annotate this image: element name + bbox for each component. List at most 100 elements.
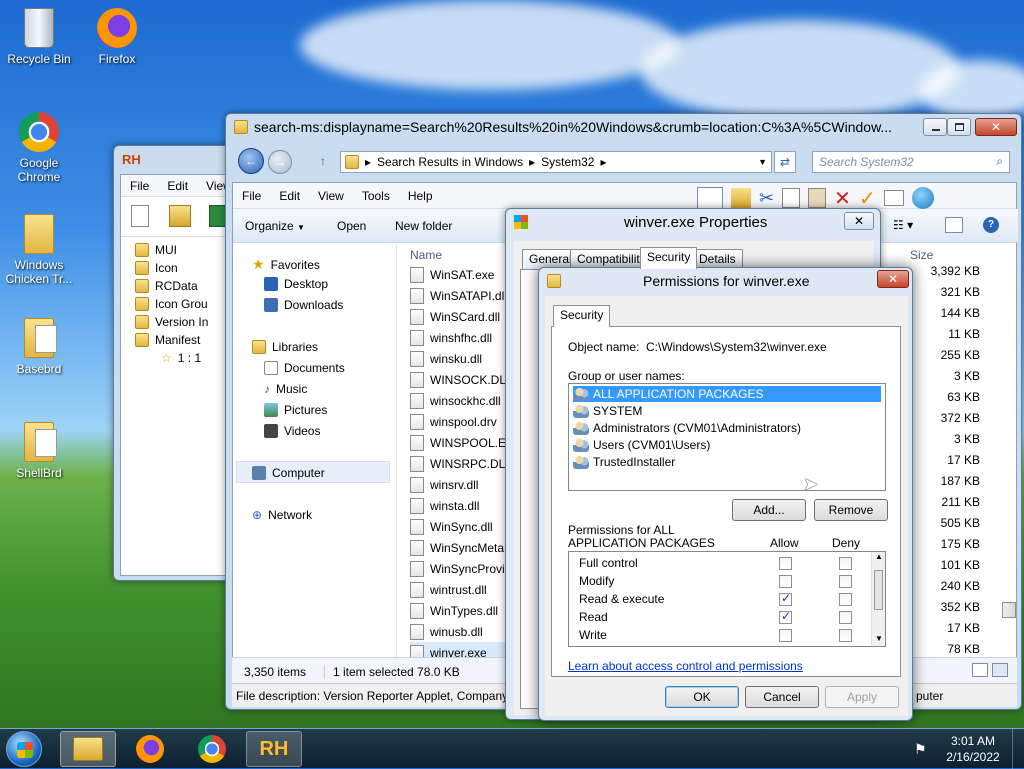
file-row[interactable]: WINSPOOL.EX xyxy=(410,432,514,453)
chevron-down-icon[interactable]: ▼ xyxy=(758,157,767,167)
properties-icon[interactable] xyxy=(731,188,751,208)
tree-item-manifest[interactable]: Manifest xyxy=(135,333,200,347)
breadcrumb-system32[interactable]: System32 xyxy=(541,155,594,169)
desktop-icon-chrome[interactable]: Google Chrome xyxy=(0,112,78,184)
nav-pictures[interactable]: Pictures xyxy=(264,403,327,417)
file-row[interactable]: WinSync.dll xyxy=(410,516,493,537)
menu-tools[interactable]: Tools xyxy=(353,189,399,203)
menu-help[interactable]: Help xyxy=(399,189,442,203)
file-row[interactable]: winusb.dll xyxy=(410,621,483,642)
window-titlebar[interactable]: Permissions for winver.exe xyxy=(539,268,912,294)
permissions-dialog[interactable]: Permissions for winver.exe ✕ Security Ob… xyxy=(538,267,913,721)
file-row[interactable]: WinSATAPI.dll xyxy=(410,285,507,306)
deny-checkbox[interactable] xyxy=(839,629,852,642)
menu-edit[interactable]: Edit xyxy=(158,179,197,193)
allow-checkbox[interactable] xyxy=(779,629,792,642)
maximize-button[interactable] xyxy=(947,118,971,136)
user-list-item[interactable]: ALL APPLICATION PACKAGES xyxy=(573,386,881,402)
checkmark-icon[interactable]: ✓ xyxy=(859,186,876,211)
tree-item-version-info[interactable]: Version In xyxy=(135,315,208,329)
nav-downloads[interactable]: Downloads xyxy=(264,298,343,312)
nav-computer[interactable]: Computer xyxy=(252,466,325,480)
tree-item-mui[interactable]: MUI xyxy=(135,243,177,257)
help-icon[interactable]: ? xyxy=(983,217,999,233)
column-header-name[interactable]: Name xyxy=(410,248,442,262)
allow-checkbox[interactable] xyxy=(779,557,792,570)
preview-pane-icon[interactable] xyxy=(945,217,963,233)
open-folder-icon[interactable] xyxy=(169,205,191,227)
desktop-icon-firefox[interactable]: Firefox xyxy=(78,8,156,66)
minimize-button[interactable] xyxy=(923,118,947,136)
search-input[interactable]: Search System32 xyxy=(819,155,914,169)
nav-network[interactable]: ⊕ Network xyxy=(252,508,312,522)
file-row[interactable]: WinSCard.dll xyxy=(410,306,500,327)
nav-libraries[interactable]: Libraries xyxy=(252,340,318,354)
file-row[interactable]: winsta.dll xyxy=(410,495,479,516)
scrollbar-thumb[interactable] xyxy=(874,570,883,610)
back-button[interactable]: ← xyxy=(238,148,264,174)
learn-more-link[interactable]: Learn about access control and permissio… xyxy=(568,659,803,673)
window-titlebar[interactable]: RH xyxy=(114,146,242,172)
file-row[interactable]: winshfhc.dll xyxy=(410,327,492,348)
tree-item-manifest-1[interactable]: ☆ 1 : 1 xyxy=(161,351,201,365)
globe-icon[interactable] xyxy=(911,187,934,209)
splitter[interactable] xyxy=(396,242,397,657)
desktop-icon-basebrd[interactable]: Basebrd xyxy=(0,318,78,376)
nav-desktop[interactable]: Desktop xyxy=(264,277,328,291)
allow-checkbox[interactable] xyxy=(779,575,792,588)
deny-checkbox[interactable] xyxy=(839,611,852,624)
forward-button[interactable]: → xyxy=(268,150,292,174)
tree-item-icon-group[interactable]: Icon Grou xyxy=(135,297,208,311)
paste-icon[interactable] xyxy=(808,188,827,208)
allow-checkbox[interactable] xyxy=(779,609,792,624)
tree-item-rcdata[interactable]: RCData xyxy=(135,279,198,293)
menu-view[interactable]: View xyxy=(309,189,353,203)
cut-icon[interactable]: ✂ xyxy=(759,188,774,209)
refresh-button[interactable]: ⇄ xyxy=(774,151,796,173)
file-row[interactable]: WinSAT.exe xyxy=(410,264,494,285)
window-titlebar[interactable]: search-ms:displayname=Search%20Results%2… xyxy=(226,114,1021,140)
details-view-icon[interactable] xyxy=(972,663,988,677)
deny-checkbox[interactable] xyxy=(839,593,852,606)
breadcrumb-search-results[interactable]: Search Results in Windows xyxy=(377,155,523,169)
desktop-icon-chicken-tr[interactable]: Windows Chicken Tr... xyxy=(0,214,78,286)
deny-checkbox[interactable] xyxy=(839,575,852,588)
new-folder-button[interactable]: New folder xyxy=(395,219,452,233)
user-list-item[interactable]: Users (CVM01\Users) xyxy=(573,437,710,453)
file-row[interactable]: WinTypes.dll xyxy=(410,600,498,621)
file-row[interactable]: WinSyncMeta xyxy=(410,537,504,558)
file-row[interactable]: WINSOCK.DLL xyxy=(410,369,513,390)
clock[interactable]: 3:01 AM 2/16/2022 xyxy=(940,733,1006,765)
tree-item-icon[interactable]: Icon xyxy=(135,261,178,275)
menu-file[interactable]: File xyxy=(121,179,158,193)
apply-button[interactable]: Apply xyxy=(825,686,899,708)
up-button[interactable]: ↑ xyxy=(320,154,326,168)
tab-security[interactable]: Security xyxy=(553,305,611,327)
organize-button[interactable]: Organize ▼ xyxy=(245,219,305,233)
delete-icon[interactable]: ✕ xyxy=(834,186,851,211)
close-button[interactable]: ✕ xyxy=(877,270,909,288)
nav-documents[interactable]: Documents xyxy=(264,361,345,375)
resource-hacker-window[interactable]: RH File Edit View MUI Icon RCData Icon G… xyxy=(113,145,243,581)
address-bar[interactable]: ▸ Search Results in Windows ▸ System32 ▸… xyxy=(340,151,772,173)
add-button[interactable]: Add... xyxy=(732,499,806,521)
user-list-item[interactable]: Administrators (CVM01\Administrators) xyxy=(573,420,801,436)
file-row[interactable]: WINSRPC.DLL xyxy=(410,453,512,474)
file-row[interactable]: winspool.drv xyxy=(410,411,497,432)
show-desktop-button[interactable] xyxy=(1012,729,1024,769)
remove-button[interactable]: Remove xyxy=(814,499,888,521)
menu-edit[interactable]: Edit xyxy=(270,189,309,203)
user-list[interactable]: ALL APPLICATION PACKAGES SYSTEM Administra… xyxy=(568,383,886,491)
close-button[interactable]: ✕ xyxy=(844,212,874,230)
user-list-item[interactable]: SYSTEM xyxy=(573,403,642,419)
search-box[interactable]: Search System32 ⌕ xyxy=(812,151,1010,173)
desktop-icon-shellbrd[interactable]: ShellBrd xyxy=(0,422,78,480)
taskbar-resource-hacker[interactable]: RH xyxy=(246,731,302,767)
start-button[interactable] xyxy=(6,731,42,767)
window-icon[interactable] xyxy=(883,190,904,206)
taskbar-explorer[interactable] xyxy=(60,731,116,767)
allow-checkbox[interactable] xyxy=(779,591,792,606)
desktop-icon-recycle-bin[interactable]: Recycle Bin xyxy=(0,8,78,66)
close-button[interactable]: ✕ xyxy=(975,118,1017,136)
tab-details[interactable]: Details xyxy=(692,249,743,269)
